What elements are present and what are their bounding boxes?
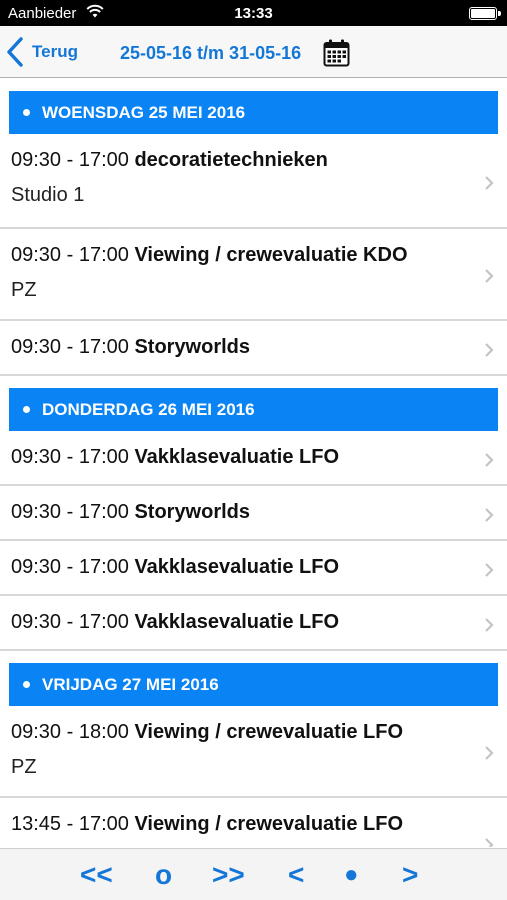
chevron-right-icon <box>485 746 494 760</box>
chevron-left-icon <box>7 37 23 67</box>
day-header-label: VRIJDAG 27 MEI 2016 <box>42 674 219 694</box>
event-time: 09:30 - 17:00 <box>11 149 129 171</box>
day-header: WOENSDAG 25 MEI 2016 <box>9 91 498 134</box>
event-title: Storyworlds <box>134 336 251 358</box>
first-week-button[interactable]: << <box>80 859 113 891</box>
day-header: VRIJDAG 27 MEI 2016 <box>9 663 498 706</box>
bullet-icon <box>23 406 30 413</box>
chevron-right-icon <box>485 269 494 283</box>
event-time: 09:30 - 17:00 <box>11 611 129 633</box>
chevron-right-icon <box>485 175 494 190</box>
chevron-right-icon <box>485 507 494 522</box>
event-row[interactable]: 09:30 - 17:00 Viewing / crewevaluatie KD… <box>0 229 507 321</box>
event-time: 09:30 - 17:00 <box>11 501 129 523</box>
back-label: Terug <box>32 42 78 61</box>
bullet-icon <box>23 681 30 688</box>
chevron-right-icon <box>485 838 494 847</box>
next-week-button[interactable]: > <box>402 859 418 891</box>
event-time: 09:30 - 17:00 <box>11 446 129 468</box>
event-row[interactable]: 13:45 - 17:00 Viewing / crewevaluatie LF… <box>0 798 507 847</box>
event-title: Viewing / crewevaluatie KDO <box>134 244 408 266</box>
event-title: Viewing / crewevaluatie LFO <box>134 721 404 743</box>
event-title: Vakklasevaluatie LFO <box>134 556 339 578</box>
event-row[interactable]: 09:30 - 17:00 Vakklasevaluatie LFO <box>0 541 507 596</box>
day-header: DONDERDAG 26 MEI 2016 <box>9 388 498 431</box>
event-row[interactable]: 09:30 - 17:00 Vakklasevaluatie LFO <box>0 596 507 651</box>
event-row[interactable]: 09:30 - 17:00 Storyworlds <box>0 321 507 376</box>
calendar-icon[interactable] <box>323 39 350 67</box>
agenda-list[interactable]: WOENSDAG 25 MEI 2016 09:30 - 17:00 decor… <box>0 79 507 847</box>
event-location: PZ <box>11 279 37 301</box>
event-title: Vakklasevaluatie LFO <box>134 611 339 633</box>
event-time: 09:30 - 18:00 <box>11 721 129 743</box>
event-location: Studio 1 <box>11 184 85 206</box>
event-time: 09:30 - 17:00 <box>11 244 129 266</box>
event-location: PZ <box>11 756 37 778</box>
bullet-icon <box>23 109 30 116</box>
day-header-label: WOENSDAG 25 MEI 2016 <box>42 102 246 122</box>
event-time: 09:30 - 17:00 <box>11 336 129 358</box>
current-week-button[interactable]: o <box>155 859 172 891</box>
chevron-right-icon <box>485 617 494 632</box>
status-bar: Aanbieder 13:33 <box>0 0 507 26</box>
bottom-toolbar: << o >> < ● > <box>0 848 507 900</box>
chevron-right-icon <box>485 342 494 357</box>
event-row[interactable]: 09:30 - 17:00 decoratietechnieken Studio… <box>0 134 507 229</box>
page-title: 25-05-16 t/m 31-05-16 <box>120 43 302 63</box>
event-title: Viewing / crewevaluatie LFO <box>134 813 404 835</box>
back-button[interactable]: Terug <box>6 37 78 67</box>
today-button[interactable]: ● <box>344 859 359 891</box>
last-week-button[interactable]: >> <box>212 859 245 891</box>
event-row[interactable]: 09:30 - 18:00 Viewing / crewevaluatie LF… <box>0 706 507 798</box>
chevron-right-icon <box>485 562 494 577</box>
previous-week-button[interactable]: < <box>288 859 304 891</box>
chevron-right-icon <box>485 452 494 467</box>
event-row[interactable]: 09:30 - 17:00 Vakklasevaluatie LFO <box>0 431 507 486</box>
battery-icon <box>469 7 501 20</box>
status-time: 13:33 <box>234 5 273 22</box>
event-time: 13:45 - 17:00 <box>11 813 129 835</box>
event-title: Storyworlds <box>134 501 251 523</box>
event-title: decoratietechnieken <box>134 149 328 171</box>
event-title: Vakklasevaluatie LFO <box>134 446 339 468</box>
event-row[interactable]: 09:30 - 17:00 Storyworlds <box>0 486 507 541</box>
navigation-bar: Terug 25-05-16 t/m 31-05-16 <box>0 26 507 78</box>
day-header-label: DONDERDAG 26 MEI 2016 <box>42 399 255 419</box>
event-time: 09:30 - 17:00 <box>11 556 129 578</box>
